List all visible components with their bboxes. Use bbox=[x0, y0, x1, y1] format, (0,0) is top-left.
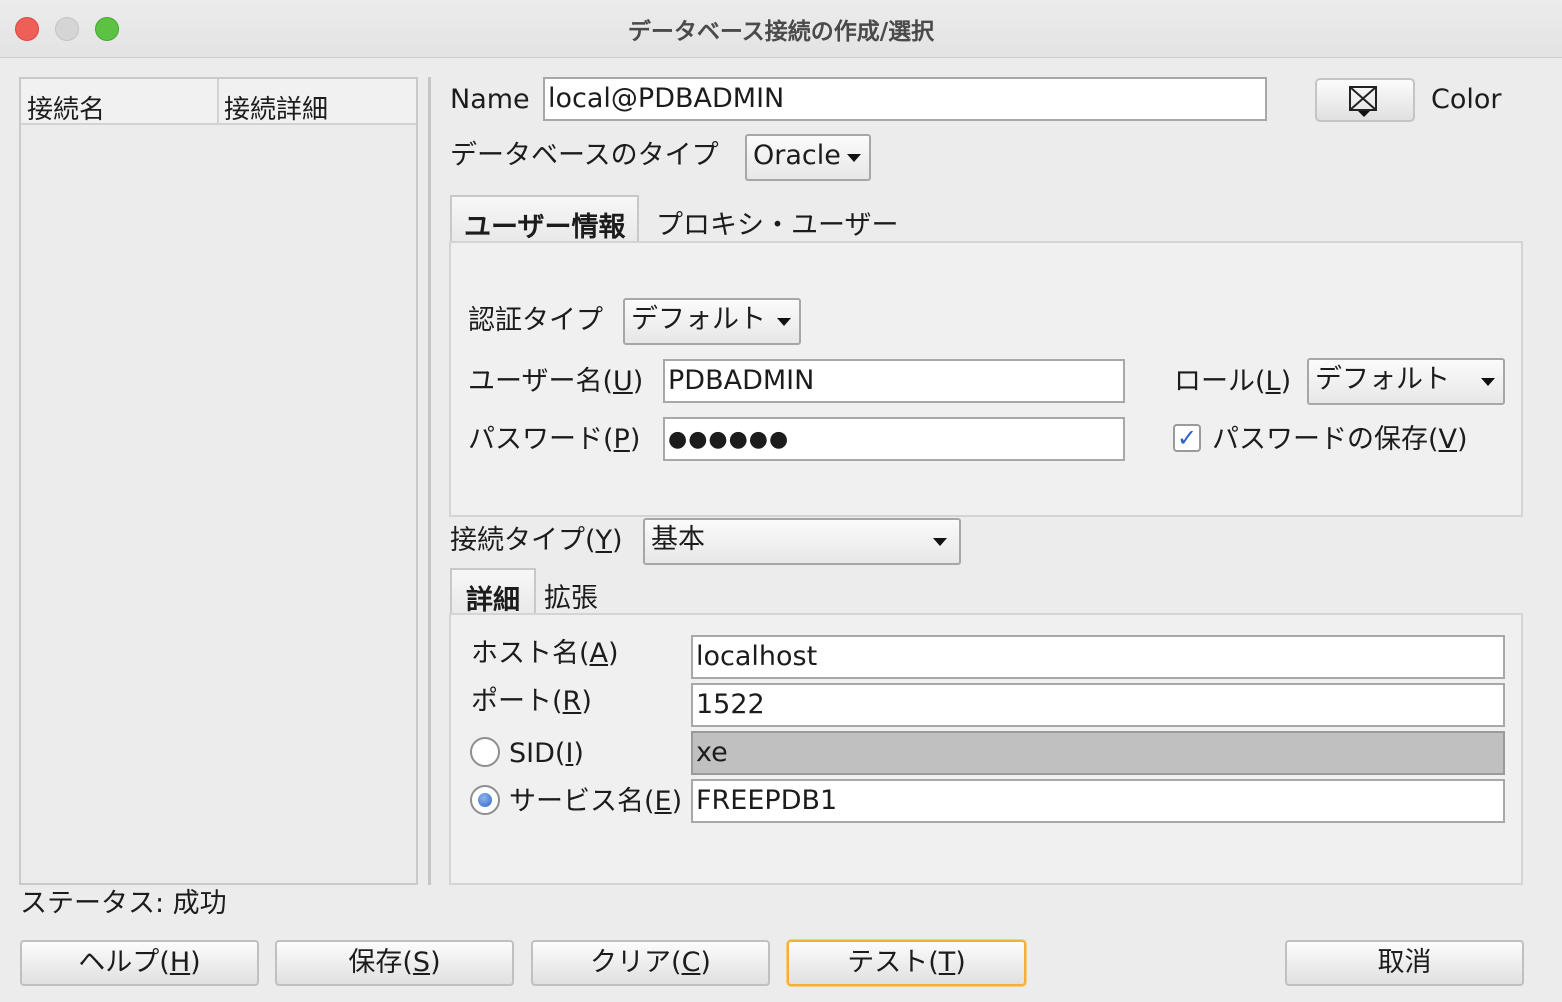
connection-type-label: 接続タイプ(Y) bbox=[450, 525, 623, 556]
username-input[interactable]: PDBADMIN bbox=[663, 359, 1125, 403]
cancel-button[interactable]: 取消 bbox=[1285, 940, 1524, 986]
database-type-select[interactable]: Oracle bbox=[745, 134, 871, 181]
host-label: ホスト名(A) bbox=[471, 638, 619, 669]
port-input[interactable]: 1522 bbox=[691, 683, 1505, 727]
username-label: ユーザー名(U) bbox=[468, 366, 644, 397]
name-label: Name bbox=[450, 84, 530, 115]
auth-type-select[interactable]: デフォルト bbox=[623, 298, 801, 345]
port-label: ポート(R) bbox=[471, 686, 592, 717]
sid-radio[interactable] bbox=[470, 737, 500, 767]
column-header-connection-name[interactable]: 接続名 bbox=[27, 89, 105, 126]
title-bar: データベース接続の作成/選択 bbox=[0, 0, 1562, 58]
color-swatch-icon bbox=[1349, 86, 1377, 117]
save-password-label: パスワードの保存(V) bbox=[1212, 424, 1468, 455]
test-button[interactable]: テスト(T) bbox=[787, 940, 1026, 986]
color-label: Color bbox=[1431, 84, 1502, 115]
host-input[interactable]: localhost bbox=[691, 635, 1505, 679]
database-type-value: Oracle bbox=[753, 140, 841, 171]
save-password-checkbox[interactable]: ✓ bbox=[1173, 424, 1201, 452]
service-name-input[interactable]: FREEPDB1 bbox=[691, 779, 1505, 823]
clear-button[interactable]: クリア(C) bbox=[531, 940, 770, 986]
save-button[interactable]: 保存(S) bbox=[275, 940, 514, 986]
split-pane-divider[interactable] bbox=[428, 77, 431, 885]
role-label: ロール(L) bbox=[1174, 366, 1292, 397]
chevron-down-icon bbox=[847, 153, 861, 162]
database-type-label: データベースのタイプ bbox=[450, 140, 719, 171]
auth-type-value: デフォルト bbox=[631, 304, 766, 335]
role-value: デフォルト bbox=[1315, 364, 1450, 395]
sid-label: SID(I) bbox=[509, 738, 584, 769]
chevron-down-icon bbox=[1481, 377, 1495, 386]
chevron-down-icon bbox=[777, 317, 791, 326]
connection-list-header: 接続名 接続詳細 bbox=[21, 79, 416, 125]
password-label: パスワード(P) bbox=[468, 424, 641, 455]
checkmark-icon: ✓ bbox=[1176, 424, 1198, 452]
help-button[interactable]: ヘルプ(H) bbox=[20, 940, 259, 986]
sid-input[interactable]: xe bbox=[691, 731, 1505, 775]
auth-type-label: 認証タイプ bbox=[468, 305, 603, 336]
tab-user-info[interactable]: ユーザー情報 bbox=[450, 195, 640, 243]
password-input[interactable]: ●●●●●● bbox=[663, 417, 1125, 461]
window-title: データベース接続の作成/選択 bbox=[627, 19, 935, 45]
name-input[interactable]: local@PDBADMIN bbox=[543, 77, 1267, 121]
chevron-down-icon bbox=[933, 537, 947, 546]
connection-type-value: 基本 bbox=[651, 524, 705, 555]
column-divider[interactable] bbox=[217, 79, 219, 125]
column-header-connection-details[interactable]: 接続詳細 bbox=[224, 89, 328, 126]
connection-type-select[interactable]: 基本 bbox=[643, 518, 961, 565]
service-name-label: サービス名(E) bbox=[509, 786, 683, 817]
color-picker-button[interactable] bbox=[1315, 78, 1415, 122]
status-text: ステータス: 成功 bbox=[20, 888, 227, 919]
role-select[interactable]: デフォルト bbox=[1307, 358, 1505, 405]
service-name-radio[interactable] bbox=[470, 785, 500, 815]
tab-details[interactable]: 詳細 bbox=[450, 568, 536, 616]
connection-list[interactable]: 接続名 接続詳細 bbox=[19, 77, 418, 885]
